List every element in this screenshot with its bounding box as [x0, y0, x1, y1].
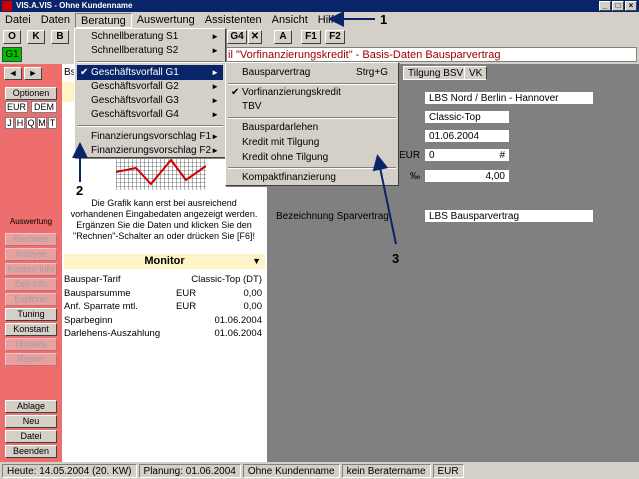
annotation-overlay — [72, 11, 397, 245]
annotation-label-3: 3 — [392, 251, 400, 266]
status-berater: kein Beratername — [341, 463, 431, 478]
annotation-label-1: 1 — [380, 12, 388, 27]
annotation-label-2: 2 — [76, 183, 84, 198]
status-kunde: Ohne Kundenname — [242, 463, 340, 478]
status-waehrung: EUR — [432, 463, 464, 478]
status-heute: Heute: 14.05.2004 (20. KW) — [2, 463, 137, 478]
status-planung: Planung: 01.06.2004 — [138, 463, 241, 478]
status-bar: Heute: 14.05.2004 (20. KW) Planung: 01.0… — [0, 462, 639, 479]
annotation-arrow-3 — [372, 154, 397, 245]
